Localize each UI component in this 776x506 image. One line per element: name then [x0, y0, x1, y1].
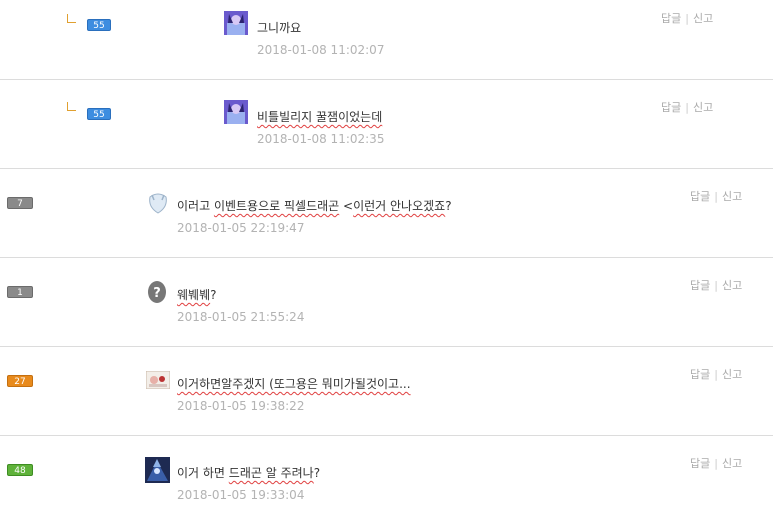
divider: |: [714, 368, 718, 381]
comment-date: 2018-01-05 22:19:47: [177, 221, 305, 235]
comment-actions: 답글 | 신고: [661, 10, 713, 26]
report-link[interactable]: 신고: [722, 279, 742, 292]
comment-row: 27 이거하면알주겠지 (또그용은 뭐미가될것이고... 2018-01-05 …: [0, 347, 773, 436]
comment-text-part: 이거 하면: [177, 466, 229, 480]
divider: |: [685, 12, 689, 25]
reply-link[interactable]: 답글: [661, 101, 681, 114]
avatar[interactable]: [224, 100, 248, 124]
comment-text: 비틀빌리지 꿀잼이었는데: [257, 110, 383, 124]
comment-text-part: 이런거 안나오겠죠: [353, 199, 446, 213]
comment-actions: 답글 | 신고: [690, 455, 742, 471]
level-badge: 48: [7, 464, 33, 476]
reply-link[interactable]: 답글: [690, 190, 710, 203]
comment-row: 1 ? 웨붸붸? 2018-01-05 21:55:24 답글 | 신고: [0, 258, 773, 347]
comment-text-part: ?: [313, 466, 321, 480]
level-badge: 27: [7, 375, 33, 387]
avatar[interactable]: ?: [146, 280, 170, 304]
divider: |: [685, 101, 689, 114]
divider: |: [714, 279, 718, 292]
comment-row: 48 이거 하면 드래곤 알 주려나? 2018-01-05 19:33:04 …: [0, 436, 773, 506]
comment-text: 이거하면알주겠지 (또그용은 뭐미가될것이고...: [177, 377, 411, 391]
comment-text: 이거 하면 드래곤 알 주려나?: [177, 464, 320, 481]
avatar[interactable]: [145, 457, 170, 483]
level-badge: 55: [87, 108, 111, 120]
comment-text: 그니까요: [257, 21, 302, 35]
comment-date: 2018-01-05 19:33:04: [177, 488, 305, 502]
level-badge: 55: [87, 19, 111, 31]
comment-actions: 답글 | 신고: [690, 188, 742, 204]
comment-text-part: 이러고: [177, 199, 214, 213]
comment-date: 2018-01-05 19:38:22: [177, 399, 305, 413]
level-badge: 1: [7, 286, 33, 298]
comment-actions: 답글 | 신고: [690, 366, 742, 382]
comment-date: 2018-01-05 21:55:24: [177, 310, 305, 324]
report-link[interactable]: 신고: [722, 368, 742, 381]
reply-link[interactable]: 답글: [690, 368, 710, 381]
comment-text-part: <: [339, 199, 354, 213]
report-link[interactable]: 신고: [722, 457, 742, 470]
reply-indent-icon: [67, 102, 76, 111]
comment-row: 7 이러고 이벤트용으로 픽셀드래곤 <이런거 안나오겠죠? 2018-01-0…: [0, 169, 773, 258]
report-link[interactable]: 신고: [693, 12, 713, 25]
report-link[interactable]: 신고: [722, 190, 742, 203]
comment-actions: 답글 | 신고: [690, 277, 742, 293]
comment-date: 2018-01-08 11:02:35: [257, 132, 385, 146]
comment-text-part: ?: [210, 288, 217, 302]
comment-text-part: 웨붸붸: [177, 288, 211, 302]
avatar[interactable]: [146, 191, 170, 215]
divider: |: [714, 457, 718, 470]
comment-text-part: 이벤트용으로 픽셀드래곤: [213, 199, 340, 213]
comment-text: 이러고 이벤트용으로 픽셀드래곤 <이런거 안나오겠죠?: [177, 197, 452, 214]
avatar[interactable]: [224, 11, 248, 35]
reply-link[interactable]: 답글: [661, 12, 681, 25]
comment-actions: 답글 | 신고: [661, 99, 713, 115]
comment-row: 55 그니까요 2018-01-08 11:02:07 답글 | 신고: [0, 0, 773, 80]
comment-text: 웨붸붸?: [177, 286, 217, 303]
reply-indent-icon: [67, 14, 76, 23]
comment-row: 55 비틀빌리지 꿀잼이었는데 2018-01-08 11:02:35 답글 | 신…: [0, 80, 773, 169]
svg-text:?: ?: [153, 286, 161, 301]
comment-text-part: 드래곤 알 주려나: [228, 466, 314, 480]
avatar[interactable]: [146, 371, 170, 389]
divider: |: [714, 190, 718, 203]
reply-link[interactable]: 답글: [690, 279, 710, 292]
comment-date: 2018-01-08 11:02:07: [257, 43, 385, 57]
comment-text-part: ?: [445, 199, 452, 213]
report-link[interactable]: 신고: [693, 101, 713, 114]
reply-link[interactable]: 답글: [690, 457, 710, 470]
level-badge: 7: [7, 197, 33, 209]
